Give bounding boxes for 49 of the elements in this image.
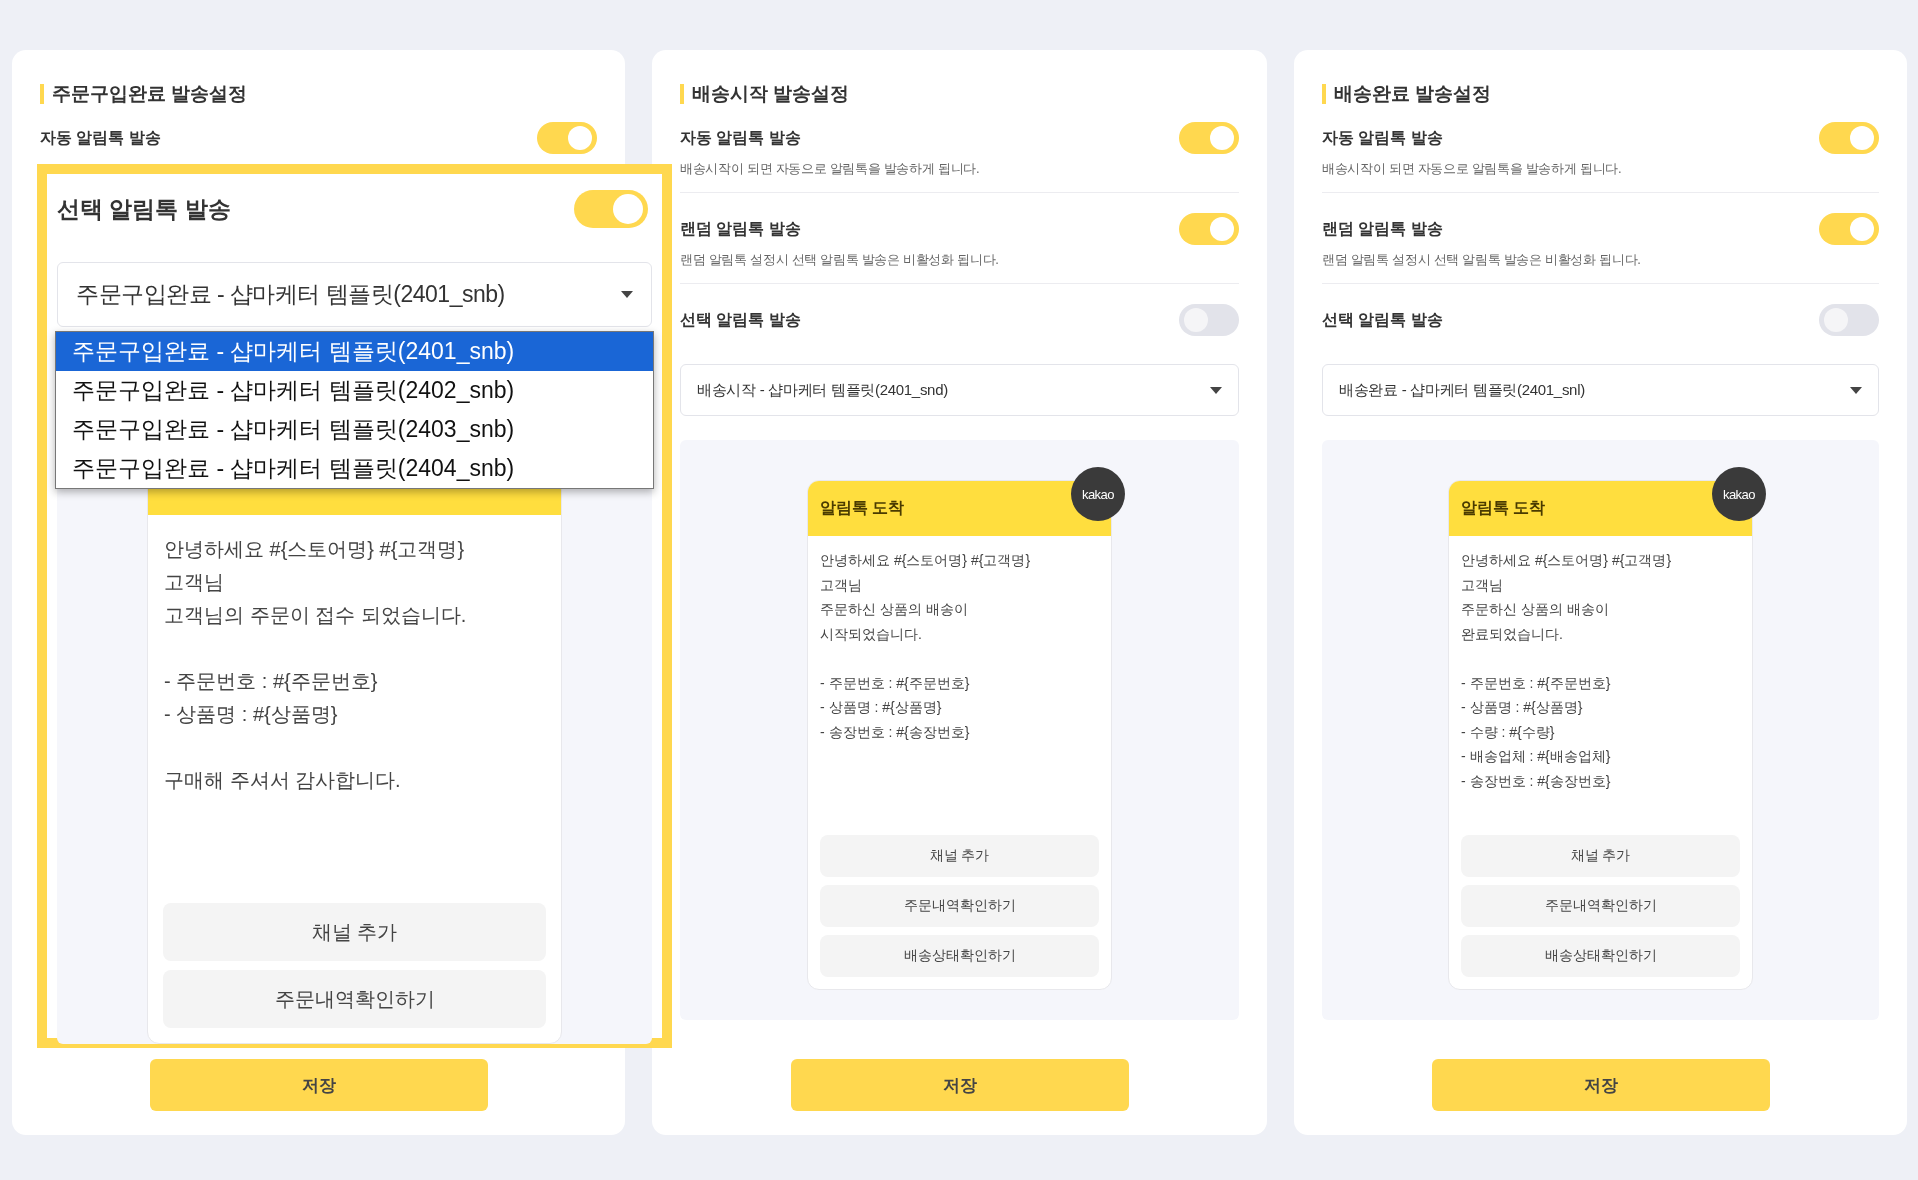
dropdown-option[interactable]: 주문구입완료 - 샵마케터 템플릿(2403_snb) (56, 410, 653, 449)
message-button[interactable]: 주문내역확인하기 (820, 885, 1099, 927)
setting-description: 랜덤 알림톡 설정시 선택 알림톡 발송은 비활성화 됩니다. (1322, 251, 1642, 269)
caret-icon (1210, 386, 1222, 394)
setting-label: 선택 알림톡 발송 (57, 194, 231, 224)
template-select[interactable]: 주문구입완료 - 샵마케터 템플릿(2401_snb) (57, 262, 652, 327)
toggle-switch[interactable] (537, 122, 597, 154)
toggle-switch[interactable] (574, 190, 648, 228)
message-button[interactable]: 채널 추가 (820, 835, 1099, 877)
message-button[interactable]: 주문내역확인하기 (1461, 885, 1740, 927)
toggle-switch[interactable] (1179, 304, 1239, 336)
message-text: 안녕하세요 #{스토어명} #{고객명} 고객님 고객님의 주문이 접수 되었습니다. - 주문번호 : #{주문번호} - 상품명 : #{상품명} 구매해 주셔서 감사합니다. (163, 537, 468, 793)
template-select[interactable]: 배송완료 - 샵마케터 템플릿(2401_snl) (1322, 364, 1879, 416)
setting-label: 자동 알림톡 발송 (680, 127, 801, 148)
section-title: 주문구입완료 발송설정 (40, 84, 248, 104)
caret-icon (1850, 386, 1862, 394)
setting-description: 랜덤 알림톡 설정시 선택 알림톡 발송은 비활성화 됩니다. (680, 251, 1000, 269)
save-button[interactable]: 저장 (1431, 1059, 1770, 1111)
section-title: 배송완료 발송설정 (1322, 84, 1492, 104)
message-button[interactable]: 채널 추가 (1461, 835, 1740, 877)
save-button[interactable]: 저장 (149, 1059, 488, 1111)
toggle-switch[interactable] (1179, 122, 1239, 154)
section-title: 배송시작 발송설정 (680, 84, 850, 104)
setting-description: 배송시작이 되면 자동으로 알림톡을 발송하게 됩니다. (680, 160, 981, 178)
setting-label: 자동 알림톡 발송 (40, 127, 161, 148)
setting-label: 랜덤 알림톡 발송 (680, 218, 801, 239)
message-button[interactable]: 배송상태확인하기 (1461, 935, 1740, 977)
setting-label: 자동 알림톡 발송 (1322, 127, 1443, 148)
setting-description: 배송시작이 되면 자동으로 알림톡을 발송하게 됩니다. (1322, 160, 1623, 178)
caret-icon (621, 291, 633, 298)
setting-label: 랜덤 알림톡 발송 (1322, 218, 1443, 239)
setting-label: 선택 알림톡 발송 (680, 309, 801, 330)
logo-badge: kakao (1071, 467, 1125, 521)
dropdown-option[interactable]: 주문구입완료 - 샵마케터 템플릿(2401_snb) (56, 332, 653, 371)
dropdown-option[interactable]: 주문구입완료 - 샵마케터 템플릿(2404_snb) (56, 449, 653, 488)
toggle-switch[interactable] (1819, 122, 1879, 154)
message-text: 안녕하세요 #{스토어명} #{고객명} 고객님 주문하신 상품의 배송이 완료되었습니다. - 주문번호 : #{주문번호} - 상품명 : #{상품명} - 수량 : #{수량} - 배송업체 : #{배송업체} - 송장번호 : #{송장번호} (1460, 551, 1673, 791)
message-text: 안녕하세요 #{스토어명} #{고객명} 고객님 주문하신 상품의 배송이 시작되었습니다. - 주문번호 : #{주문번호} - 상품명 : #{상품명} - 송장번호 : #{송장번호} (819, 551, 1032, 742)
message-button[interactable]: 주문내역확인하기 (163, 970, 546, 1028)
toggle-switch[interactable] (1819, 304, 1879, 336)
message-button[interactable]: 배송상태확인하기 (820, 935, 1099, 977)
logo-badge: kakao (1712, 467, 1766, 521)
toggle-switch[interactable] (1819, 213, 1879, 245)
template-select[interactable]: 배송시작 - 샵마케터 템플릿(2401_snd) (680, 364, 1239, 416)
toggle-switch[interactable] (1179, 213, 1239, 245)
setting-label: 선택 알림톡 발송 (1322, 309, 1443, 330)
save-button[interactable]: 저장 (790, 1059, 1129, 1111)
dropdown-option[interactable]: 주문구입완료 - 샵마케터 템플릿(2402_snb) (56, 371, 653, 410)
message-button[interactable]: 채널 추가 (163, 903, 546, 961)
